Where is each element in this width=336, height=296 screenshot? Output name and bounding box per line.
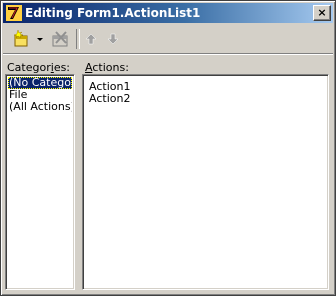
toolbar-divider bbox=[3, 53, 333, 55]
actions-label: Actions: bbox=[85, 61, 129, 74]
action-item-action2[interactable]: Action2 bbox=[88, 93, 326, 105]
delete-icon bbox=[52, 31, 68, 47]
title-bar[interactable]: Editing Form1.ActionList1 × bbox=[3, 3, 333, 23]
move-up-button[interactable] bbox=[81, 28, 101, 50]
close-button[interactable]: × bbox=[313, 5, 331, 21]
delete-action-button[interactable] bbox=[49, 28, 71, 50]
window-title: Editing Form1.ActionList1 bbox=[25, 6, 201, 20]
categories-list[interactable]: (No Category) File (All Actions) bbox=[5, 74, 75, 290]
arrow-up-icon bbox=[85, 33, 97, 45]
arrow-down-icon bbox=[107, 33, 119, 45]
dropdown-arrow-icon bbox=[37, 38, 43, 41]
new-action-dropdown-button[interactable] bbox=[35, 28, 45, 50]
actions-list[interactable]: Action1 Action2 bbox=[82, 74, 329, 290]
category-item-all-actions[interactable]: (All Actions) bbox=[8, 101, 72, 113]
close-icon: × bbox=[317, 6, 327, 19]
new-action-icon bbox=[13, 29, 28, 47]
move-down-button[interactable] bbox=[103, 28, 123, 50]
action-list-editor-window: Editing Form1.ActionList1 × Categories: … bbox=[0, 0, 336, 296]
delphi-app-icon bbox=[6, 5, 22, 21]
categories-label: Categories: bbox=[7, 61, 71, 74]
new-action-button[interactable] bbox=[11, 28, 33, 50]
toolbar bbox=[3, 25, 333, 53]
toolbar-separator bbox=[76, 29, 80, 49]
